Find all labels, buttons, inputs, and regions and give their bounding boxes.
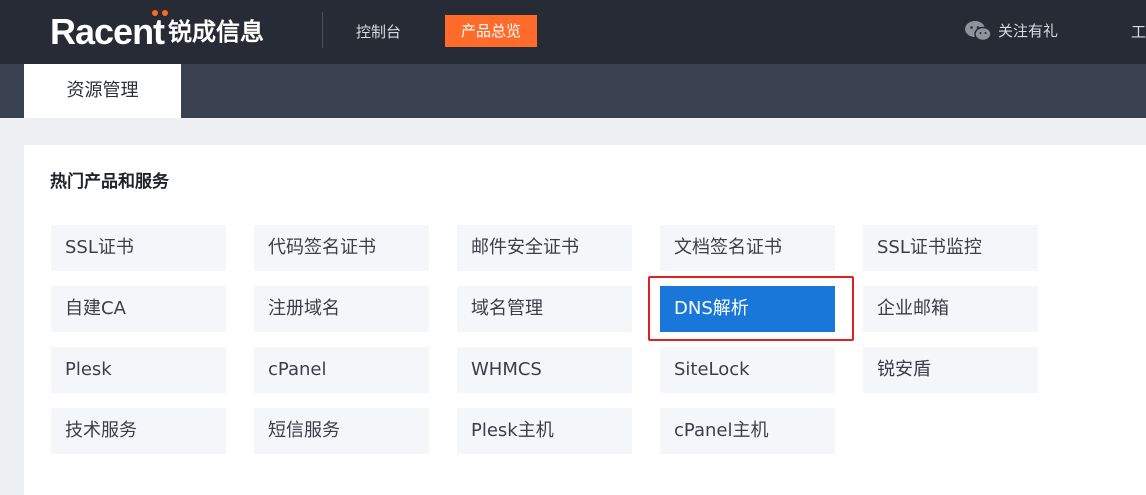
product-tile-sitelock[interactable]: SiteLock xyxy=(660,347,835,393)
nav-product-overview-button[interactable]: 产品总览 xyxy=(445,15,537,47)
product-tile-technical-service[interactable]: 技术服务 xyxy=(51,408,226,454)
product-tile-register-domain[interactable]: 注册域名 xyxy=(254,286,429,332)
tab-resource-management[interactable]: 资源管理 xyxy=(24,64,181,118)
logo-wordmark: Racent xyxy=(50,11,165,52)
product-tile-whmcs[interactable]: WHMCS xyxy=(457,347,632,393)
product-tile-domain-management[interactable]: 域名管理 xyxy=(457,286,632,332)
product-tile-sms-service[interactable]: 短信服务 xyxy=(254,408,429,454)
product-tile-dns-resolution[interactable]: DNS解析 xyxy=(660,286,835,332)
product-tile-ruiandun[interactable]: 锐安盾 xyxy=(863,347,1038,393)
nav-console-link[interactable]: 控制台 xyxy=(356,20,401,44)
top-navbar: Racent 锐成信息 控制台 产品总览 关注有礼 工 xyxy=(0,0,1146,64)
product-tile-email-security-cert[interactable]: 邮件安全证书 xyxy=(457,225,632,271)
nav-truncated-item[interactable]: 工 xyxy=(1131,20,1146,44)
product-tile-plesk-hosting[interactable]: Plesk主机 xyxy=(457,408,632,454)
product-tile-private-ca[interactable]: 自建CA xyxy=(51,286,226,332)
product-tile-cpanel-hosting[interactable]: cPanel主机 xyxy=(660,408,835,454)
header-divider xyxy=(322,12,323,48)
product-tile-ssl-cert-monitor[interactable]: SSL证书监控 xyxy=(863,225,1038,271)
product-tile-document-signing-cert[interactable]: 文档签名证书 xyxy=(660,225,835,271)
product-tile-cpanel[interactable]: cPanel xyxy=(254,347,429,393)
product-tile-code-signing-cert[interactable]: 代码签名证书 xyxy=(254,225,429,271)
logo-chinese-name: 锐成信息 xyxy=(168,18,265,46)
product-tile-plesk[interactable]: Plesk xyxy=(51,347,226,393)
product-grid: SSL证书 代码签名证书 邮件安全证书 文档签名证书 SSL证书监控自建CA 注册域名 域名… xyxy=(51,225,1041,454)
logo-umlaut-mark xyxy=(152,10,170,16)
section-title: 热门产品和服务 xyxy=(50,172,169,192)
follow-gift-link[interactable]: 关注有礼 xyxy=(964,19,1058,43)
product-tile-ssl-cert[interactable]: SSL证书 xyxy=(51,225,226,271)
product-tile-enterprise-email[interactable]: 企业邮箱 xyxy=(863,286,1038,332)
wechat-icon xyxy=(965,21,992,42)
follow-gift-label: 关注有礼 xyxy=(998,22,1059,40)
racent-logo[interactable]: Racent 锐成信息 xyxy=(50,10,265,52)
